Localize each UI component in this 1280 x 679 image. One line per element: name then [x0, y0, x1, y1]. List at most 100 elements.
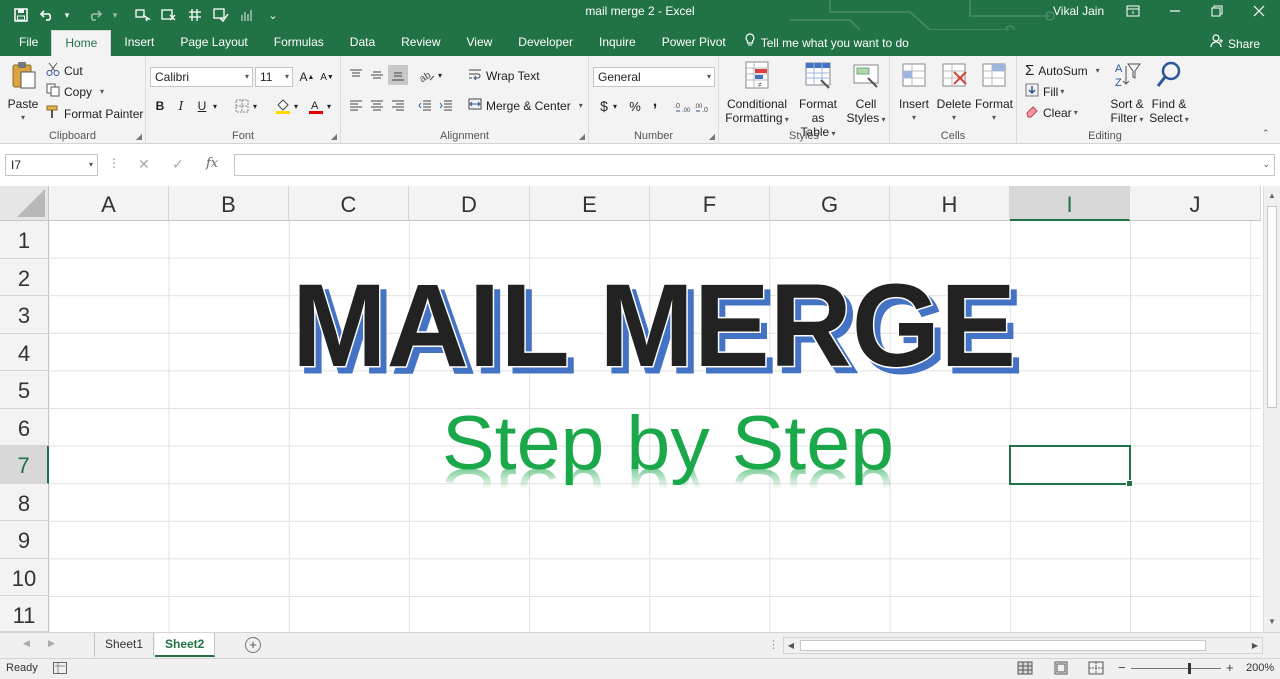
merge-center-button[interactable]: Merge & Center ▾	[468, 98, 583, 113]
close-icon[interactable]	[1238, 0, 1280, 22]
page-break-view-icon[interactable]	[1088, 661, 1104, 675]
increase-decimal-icon[interactable]: .0.00	[673, 96, 693, 116]
row-header-7[interactable]: 7	[0, 446, 49, 484]
number-launcher-icon[interactable]: ◢	[709, 132, 715, 141]
column-header-a[interactable]: A	[49, 186, 169, 221]
increase-font-size-icon[interactable]: A ▲	[297, 67, 317, 87]
delete-cells-button[interactable]: Delete ▾	[934, 60, 974, 125]
autosum-button[interactable]: Σ AutoSum ▾	[1025, 62, 1100, 79]
user-name[interactable]: Vikal Jain	[1053, 0, 1104, 22]
clear-formats-icon[interactable]	[156, 3, 182, 27]
next-sheet-icon[interactable]: ▶	[48, 638, 55, 649]
scroll-right-icon[interactable]: ▶	[1248, 638, 1262, 653]
row-header-10[interactable]: 10	[0, 559, 49, 596]
column-header-g[interactable]: G	[770, 186, 890, 221]
alignment-launcher-icon[interactable]: ◢	[579, 132, 585, 141]
column-header-b[interactable]: B	[169, 186, 289, 221]
fill-color-icon[interactable]	[273, 96, 293, 116]
macro-recording-icon[interactable]	[53, 662, 67, 674]
expand-formula-bar-icon[interactable]: ⌄	[1262, 159, 1270, 170]
undo-dropdown-icon[interactable]: ▾	[54, 3, 80, 27]
borders-dropdown-icon[interactable]: ▾	[250, 96, 260, 116]
formula-input[interactable]: ⌄	[234, 154, 1275, 176]
tab-power-pivot[interactable]: Power Pivot	[649, 30, 739, 56]
font-size-select[interactable]: 11 ▾	[255, 67, 293, 87]
top-align-icon[interactable]	[346, 65, 366, 85]
tab-data[interactable]: Data	[337, 30, 388, 56]
number-format-select[interactable]: General ▾	[593, 67, 715, 87]
underline-button[interactable]: U	[192, 96, 212, 116]
vertical-scrollbar[interactable]: ▲ ▼	[1263, 186, 1280, 632]
format-as-table-button[interactable]: Format as Table ▾	[792, 60, 844, 141]
column-header-c[interactable]: C	[289, 186, 409, 221]
font-color-icon[interactable]: A	[306, 96, 326, 116]
zoom-out-icon[interactable]: −	[1118, 660, 1126, 675]
zoom-in-icon[interactable]: +	[1226, 660, 1234, 675]
tab-home[interactable]: Home	[51, 30, 112, 56]
step-by-step-wordart[interactable]: Step by Step Step by Step	[438, 403, 908, 503]
row-header-5[interactable]: 5	[0, 371, 49, 409]
format-painter-button[interactable]: Format Painter	[46, 105, 143, 122]
zoom-slider[interactable]	[1131, 663, 1221, 674]
tab-developer[interactable]: Developer	[505, 30, 586, 56]
row-header-11[interactable]: 11	[0, 596, 49, 632]
column-header-j[interactable]: J	[1130, 186, 1261, 221]
sheet-tab-sheet2[interactable]: Sheet2	[155, 633, 216, 657]
insert-cells-button[interactable]: Insert ▾	[894, 60, 934, 125]
row-header-4[interactable]: 4	[0, 334, 49, 371]
wrap-text-button[interactable]: Wrap Text	[468, 68, 540, 83]
check-icon[interactable]	[208, 3, 234, 27]
row-header-8[interactable]: 8	[0, 484, 49, 521]
insert-function-icon[interactable]: fx	[206, 156, 218, 171]
cut-button[interactable]: Cut	[46, 62, 83, 79]
autosum-dropdown-icon[interactable]: ▾	[1096, 66, 1100, 75]
active-cell-i7[interactable]	[1009, 445, 1133, 487]
conditional-formatting-button[interactable]: ≠ Conditional Formatting ▾	[725, 60, 789, 127]
decrease-indent-icon[interactable]	[415, 96, 435, 116]
previous-sheet-icon[interactable]: ◀	[23, 638, 30, 649]
tell-me-box[interactable]: Tell me what you want to do	[739, 30, 915, 56]
chart-icon[interactable]	[234, 3, 260, 27]
decrease-font-size-icon[interactable]: A ▼	[317, 67, 337, 87]
fill-button[interactable]: Fill ▾	[1025, 83, 1064, 100]
percent-button[interactable]: %	[625, 96, 645, 116]
column-header-h[interactable]: H	[890, 186, 1010, 221]
currency-dropdown-icon[interactable]: ▾	[610, 96, 620, 116]
column-header-d[interactable]: D	[409, 186, 530, 221]
tab-page-layout[interactable]: Page Layout	[167, 30, 260, 56]
redo-dropdown-icon[interactable]: ▾	[102, 3, 128, 27]
zoom-slider-knob[interactable]	[1188, 663, 1191, 674]
scroll-up-icon[interactable]: ▲	[1264, 188, 1280, 204]
scroll-left-icon[interactable]: ◀	[784, 638, 798, 653]
tab-insert[interactable]: Insert	[111, 30, 167, 56]
row-header-3[interactable]: 3	[0, 296, 49, 334]
bold-button[interactable]: B	[150, 96, 170, 116]
name-box[interactable]: I7 ▾	[5, 154, 98, 176]
cell-styles-button[interactable]: Cell Styles ▾	[846, 60, 886, 127]
sort-filter-button[interactable]: AZ Sort & Filter ▾	[1107, 60, 1147, 127]
italic-button[interactable]: I	[171, 96, 191, 116]
restore-icon[interactable]	[1196, 0, 1238, 22]
enter-entry-icon[interactable]: ✓	[172, 156, 184, 173]
tab-file[interactable]: File	[6, 30, 51, 56]
cancel-entry-icon[interactable]: ✕	[138, 156, 150, 173]
page-layout-view-icon[interactable]	[1053, 661, 1069, 675]
fill-color-dropdown-icon[interactable]: ▾	[291, 96, 301, 116]
clear-button[interactable]: Clear ▾	[1025, 104, 1078, 121]
formula-bar-grip-icon[interactable]: ⋮	[108, 156, 120, 170]
column-header-i[interactable]: I	[1010, 186, 1130, 221]
save-icon[interactable]	[8, 3, 34, 27]
clipboard-launcher-icon[interactable]: ◢	[136, 132, 142, 141]
collapse-ribbon-icon[interactable]: ⌃	[1262, 128, 1270, 139]
comma-style-button[interactable]: ,	[645, 92, 665, 112]
font-name-select[interactable]: Calibri ▾	[150, 67, 253, 87]
row-header-1[interactable]: 1	[0, 221, 49, 259]
copy-button[interactable]: Copy ▾	[46, 83, 104, 100]
align-right-icon[interactable]	[388, 96, 408, 116]
select-all-button[interactable]	[0, 186, 49, 221]
scroll-down-icon[interactable]: ▼	[1264, 614, 1280, 630]
ribbon-display-options-icon[interactable]	[1112, 0, 1154, 22]
row-header-6[interactable]: 6	[0, 409, 49, 446]
increase-indent-icon[interactable]	[436, 96, 456, 116]
row-header-2[interactable]: 2	[0, 259, 49, 296]
